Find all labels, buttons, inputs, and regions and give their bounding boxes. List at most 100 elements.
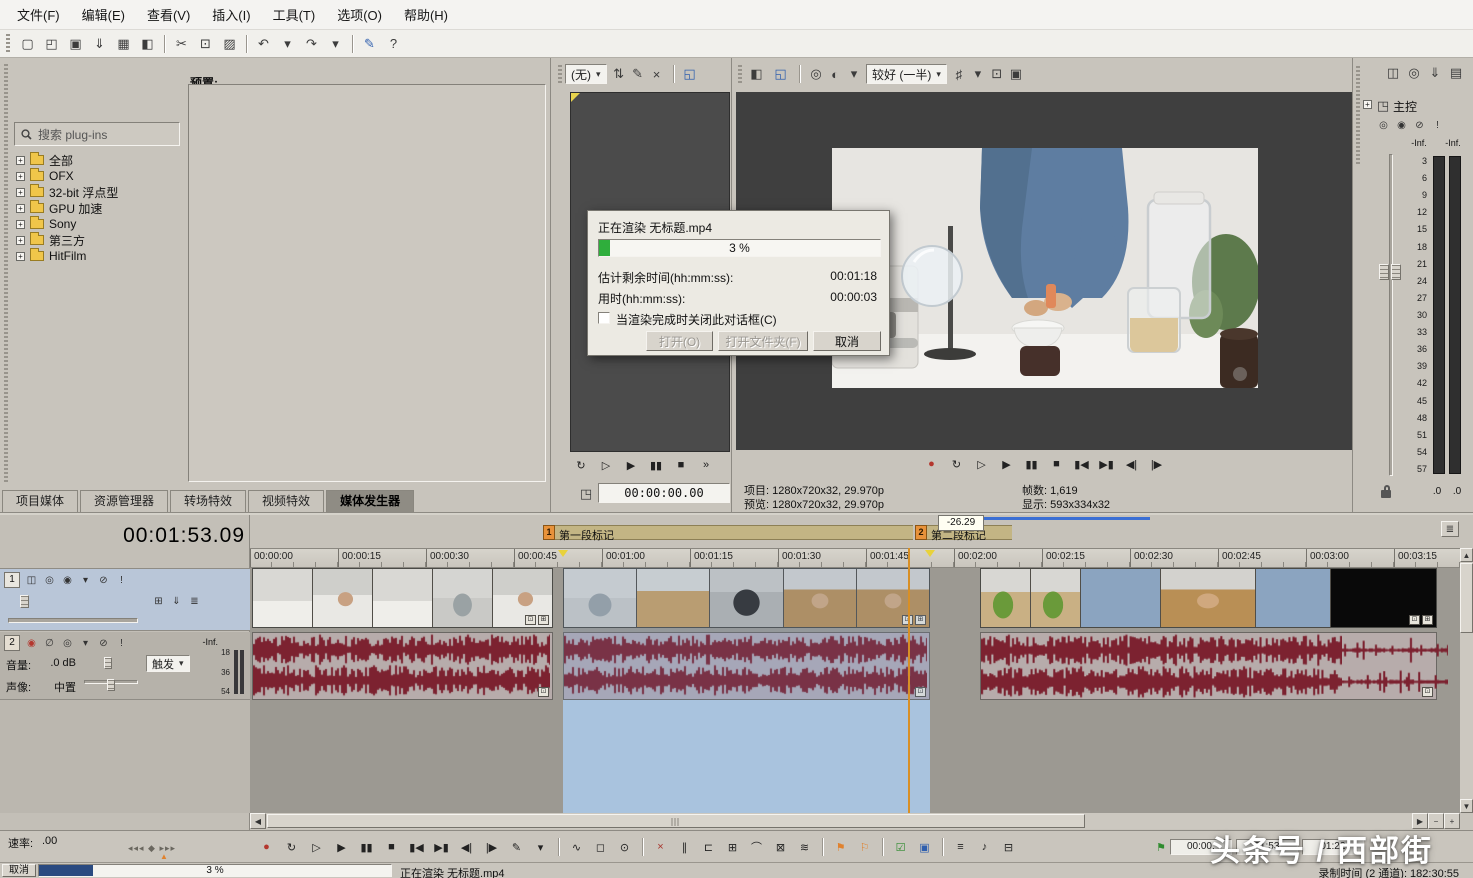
downmix-output-icon[interactable]: ⇓ — [1425, 62, 1445, 83]
whats-this-help-icon[interactable]: ? — [382, 33, 405, 54]
pause-icon[interactable]: ▮▮ — [645, 455, 668, 475]
event-pan-crop-badge[interactable]: ⊡ — [525, 615, 536, 625]
previous-frame-icon[interactable]: ◀| — [455, 837, 478, 857]
tab-video-fx[interactable]: 视频特效 — [248, 490, 324, 512]
solo-icon[interactable]: ! — [113, 573, 130, 588]
copy-icon[interactable]: ⊡ — [194, 33, 217, 54]
split-screen-view-icon[interactable]: ◐ — [826, 64, 844, 85]
record-icon[interactable]: ● — [920, 454, 943, 474]
play-icon[interactable]: ▶ — [620, 455, 643, 475]
tab-explorer[interactable]: 资源管理器 — [80, 490, 168, 512]
cut-icon[interactable]: ✂ — [170, 33, 193, 54]
automation-settings-icon[interactable]: ◉ — [1393, 118, 1410, 133]
automation-dropdown-icon[interactable]: ▾ — [77, 636, 94, 651]
tab-media-generators[interactable]: 媒体发生器 — [326, 490, 414, 512]
undo-dropdown-icon[interactable]: ▾ — [276, 33, 299, 54]
preview-quality-dropdown[interactable]: 较好 (一半)▾ — [866, 64, 947, 84]
undo-icon[interactable]: ↶ — [252, 33, 275, 54]
insert-marker-icon[interactable]: ⚑ — [829, 837, 852, 857]
toolbar-drag-handle[interactable] — [6, 34, 10, 54]
invert-phase-icon[interactable]: ∅ — [41, 636, 58, 651]
normal-edit-tool-icon[interactable]: ✎ — [505, 837, 528, 857]
audio-track-header[interactable]: 2 ◉∅◎▾⊘! -Inf. 音量: .0 dB 触发▾ 声像: 中置 1836… — [0, 632, 250, 700]
redo-icon[interactable]: ↷ — [300, 33, 323, 54]
track-motion-icon[interactable]: ◫ — [23, 573, 40, 588]
hscrollbar-thumb[interactable] — [267, 814, 1085, 828]
make-compositing-child-icon[interactable]: ⊞ — [150, 594, 167, 609]
edit-media-icon[interactable]: ✎ — [629, 64, 647, 85]
loop-region-bar[interactable] — [980, 517, 1150, 520]
loop-playback-icon[interactable]: ↻ — [280, 837, 303, 857]
plugin-tree-item[interactable]: + 32-bit 浮点型 — [14, 184, 184, 200]
stop-icon[interactable]: ■ — [380, 837, 403, 857]
play-icon[interactable]: ▶ — [995, 454, 1018, 474]
open-folder-button[interactable]: 打开文件夹(F) — [718, 331, 808, 351]
audio-event[interactable]: ⊡ — [252, 632, 553, 700]
event-fx-badge[interactable]: ⊞ — [538, 615, 549, 625]
plugin-tree-item[interactable]: + Sony — [14, 216, 184, 232]
save-snapshot-icon[interactable]: ▣ — [1007, 64, 1025, 85]
master-fader-handle-right[interactable] — [1391, 264, 1401, 280]
go-to-start-icon[interactable]: ▮◀ — [1070, 454, 1093, 474]
bus-fx-icon[interactable]: ◎ — [1375, 118, 1392, 133]
time-selection-region[interactable] — [563, 700, 930, 813]
go-to-end-icon[interactable]: ▶▮ — [1095, 454, 1118, 474]
pause-icon[interactable]: ▮▮ — [355, 837, 378, 857]
loop-playback-icon[interactable]: ↻ — [945, 454, 968, 474]
insert-bus-fx-icon[interactable]: ◎ — [1404, 62, 1424, 83]
panel-drag-handle[interactable] — [1356, 66, 1360, 166]
vscrollbar-thumb[interactable] — [1460, 563, 1473, 633]
trimmer-history-dropdown[interactable]: (无)▾ — [565, 64, 607, 84]
zoom-edit-tool-icon[interactable]: ⊙ — [613, 837, 636, 857]
copy-snapshot-icon[interactable]: ⊡ — [988, 64, 1006, 85]
auto-ripple-icon[interactable]: ≋ — [793, 837, 816, 857]
expand-icon[interactable]: + — [16, 252, 25, 261]
automation-settings-icon[interactable]: ◉ — [59, 573, 76, 588]
preset-list[interactable] — [188, 84, 546, 482]
envelope-edit-tool-icon[interactable]: ∿ — [565, 837, 588, 857]
audio-event[interactable]: ⊡ — [980, 632, 1437, 700]
expand-icon[interactable]: + — [16, 220, 25, 229]
project-properties-icon[interactable]: ◧ — [136, 33, 159, 54]
master-fader-track[interactable] — [1389, 154, 1393, 476]
interactive-tutorials-icon[interactable]: ✎ — [358, 33, 381, 54]
selection-start-marker[interactable] — [558, 550, 568, 557]
video-enable-icon[interactable]: ▣ — [913, 837, 936, 857]
track-level-handle[interactable] — [20, 595, 29, 608]
tab-transitions[interactable]: 转场特效 — [170, 490, 246, 512]
volume-slider-handle[interactable] — [104, 657, 112, 669]
track-layout-icon[interactable]: ≣ — [186, 594, 203, 609]
sort-media-icon[interactable]: ⇅ — [610, 64, 628, 85]
lock-envelopes-icon[interactable]: ⊠ — [769, 837, 792, 857]
external-monitor-icon[interactable]: ◱ — [769, 64, 792, 85]
menu-item[interactable]: 文件(F) — [6, 5, 71, 24]
marker-flag[interactable]: 2 — [915, 525, 927, 540]
solo-icon[interactable]: ! — [1429, 118, 1446, 133]
menu-item[interactable]: 选项(O) — [326, 5, 393, 24]
go-to-end-icon[interactable]: ▶▮ — [430, 837, 453, 857]
open-button[interactable]: 打开(O) — [646, 331, 713, 351]
event-fx-badge[interactable]: ⊡ — [538, 687, 549, 697]
scroll-down-icon[interactable]: ▼ — [1460, 799, 1473, 813]
panel-drag-handle[interactable] — [738, 65, 742, 83]
marker-bar[interactable]: 1 第一段标记 2 第二段标记 -26.29 ≣ — [250, 515, 1473, 548]
stop-icon[interactable]: ■ — [670, 455, 693, 475]
automation-dropdown-icon[interactable]: ▾ — [77, 573, 94, 588]
plugin-tree-item[interactable]: + 全部 — [14, 152, 184, 168]
audio-enable-icon[interactable]: ☑ — [889, 837, 912, 857]
zoom-in-icon[interactable]: + — [1444, 813, 1460, 829]
open-project-icon[interactable]: ◰ — [40, 33, 63, 54]
split-screen-dropdown-icon[interactable]: ▾ — [845, 64, 863, 85]
capture-video-icon[interactable]: ▦ — [112, 33, 135, 54]
expand-icon[interactable]: + — [16, 236, 25, 245]
trimmer-timecode[interactable]: 00:00:00.00 — [598, 483, 730, 503]
overflow-icon[interactable]: » — [695, 455, 718, 475]
play-icon[interactable]: ▶ — [330, 837, 353, 857]
menu-item[interactable]: 查看(V) — [136, 5, 201, 24]
plugin-search-box[interactable]: 搜索 plug-ins — [14, 122, 180, 146]
pause-icon[interactable]: ▮▮ — [1020, 454, 1043, 474]
pan-slider-handle[interactable] — [107, 679, 115, 691]
overlays-icon[interactable]: ♯ — [950, 64, 968, 85]
menu-item[interactable]: 编辑(E) — [71, 5, 136, 24]
menu-item[interactable]: 工具(T) — [262, 5, 327, 24]
